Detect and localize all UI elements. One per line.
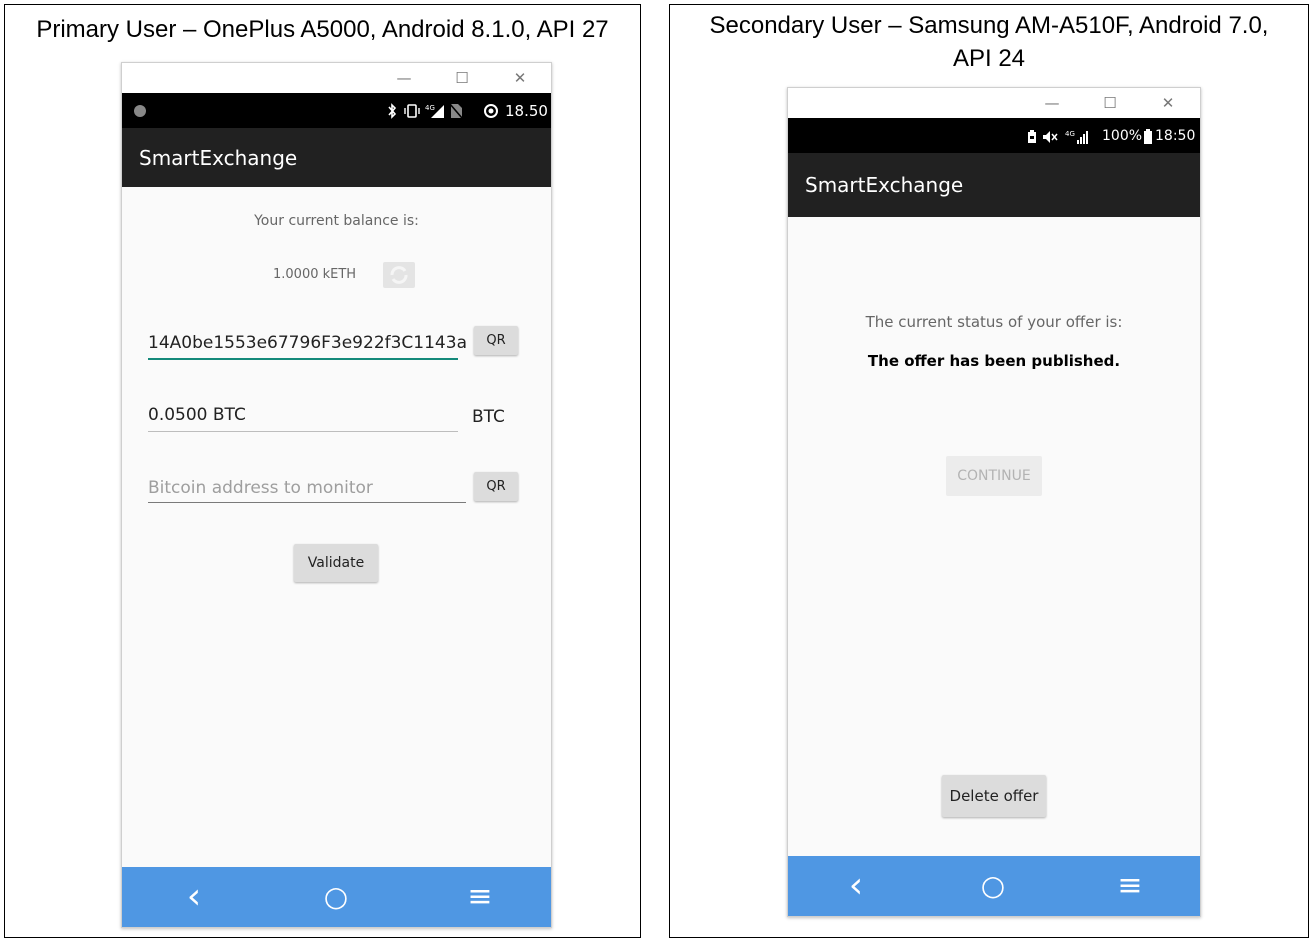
amount-unit: BTC [472,407,505,427]
app-bar: SmartExchange [788,153,1200,217]
btc-address-input[interactable]: Bitcoin address to monitor [148,476,466,503]
status-time: 18:50 [1155,128,1196,144]
menu-icon[interactable]: ≡ [1100,856,1160,916]
mute-icon [1043,131,1058,143]
menu-icon[interactable]: ≡ [450,867,510,927]
close-icon[interactable]: ✕ [1158,92,1178,114]
window-titlebar: — ☐ ✕ [788,88,1200,118]
data-saver-icon [484,104,498,118]
primary-user-panel: Primary User – OnePlus A5000, Android 8.… [4,4,641,938]
battery-icon [1144,129,1152,144]
refresh-icon [390,266,408,284]
svg-text:4G: 4G [425,104,435,112]
status-label: The current status of your offer is: [865,313,1123,331]
maximize-icon[interactable]: ☐ [1100,92,1120,114]
panel-title: Primary User – OnePlus A5000, Android 8.… [36,16,609,43]
status-time: 18.50 [505,102,548,120]
battery-saver-icon [1028,130,1036,143]
home-icon[interactable]: ○ [306,867,366,927]
camera-dot-icon [134,105,146,117]
app-title: SmartExchange [139,146,298,170]
minimize-icon[interactable]: — [394,67,414,89]
refresh-button[interactable] [383,262,415,288]
minimize-icon[interactable]: — [1042,92,1062,114]
back-icon[interactable]: ‹ [826,856,886,916]
no-sim-icon [449,103,463,119]
nav-bar: ‹ ○ ≡ [122,867,551,927]
amount-input[interactable]: 0.0500 BTC [148,403,458,432]
back-icon[interactable]: ‹ [164,867,224,927]
close-icon[interactable]: ✕ [510,67,530,89]
status-bar: 4G 100% 18:50 [788,118,1200,153]
svg-text:4G: 4G [1065,130,1075,138]
phone-screen: — ☐ ✕ 4G 100% 18:50 SmartExchange The cu… [787,87,1201,917]
balance-value: 1.0000 kETH [273,267,357,282]
btc-qr-button[interactable]: QR [474,472,518,501]
window-titlebar: — ☐ ✕ [122,63,551,93]
phone-screen: — ☐ ✕ 4G 18.50 SmartExchange Your curren… [121,62,552,928]
home-icon[interactable]: ○ [963,856,1023,916]
delete-offer-button[interactable]: Delete offer [942,775,1046,817]
app-bar: SmartExchange [122,128,551,187]
panel-title: Secondary User – Samsung AM-A510F, Andro… [709,12,1269,72]
eth-address-value: 14A0be1553e67796F3e922f3C1143a [148,333,467,353]
nav-bar: ‹ ○ ≡ [788,856,1200,916]
balance-label: Your current balance is: [254,213,419,229]
signal-4g-icon: 4G [1065,130,1088,144]
continue-button[interactable]: CONTINUE [946,456,1042,496]
battery-percent: 100% [1102,128,1143,144]
bluetooth-icon [388,103,397,119]
amount-value: 0.0500 BTC [148,405,246,425]
secondary-user-panel: Secondary User – Samsung AM-A510F, Andro… [669,4,1309,938]
eth-address-input[interactable]: 14A0be1553e67796F3e922f3C1143a [148,328,467,360]
validate-button[interactable]: Validate [294,544,378,582]
btc-address-placeholder: Bitcoin address to monitor [148,478,373,498]
app-title: SmartExchange [805,173,964,197]
status-bar: 4G 18.50 [122,93,551,128]
signal-4g-icon: 4G [425,104,444,118]
maximize-icon[interactable]: ☐ [452,67,472,89]
eth-qr-button[interactable]: QR [474,326,518,355]
vibrate-icon [404,104,420,118]
status-value: The offer has been published. [867,352,1121,370]
